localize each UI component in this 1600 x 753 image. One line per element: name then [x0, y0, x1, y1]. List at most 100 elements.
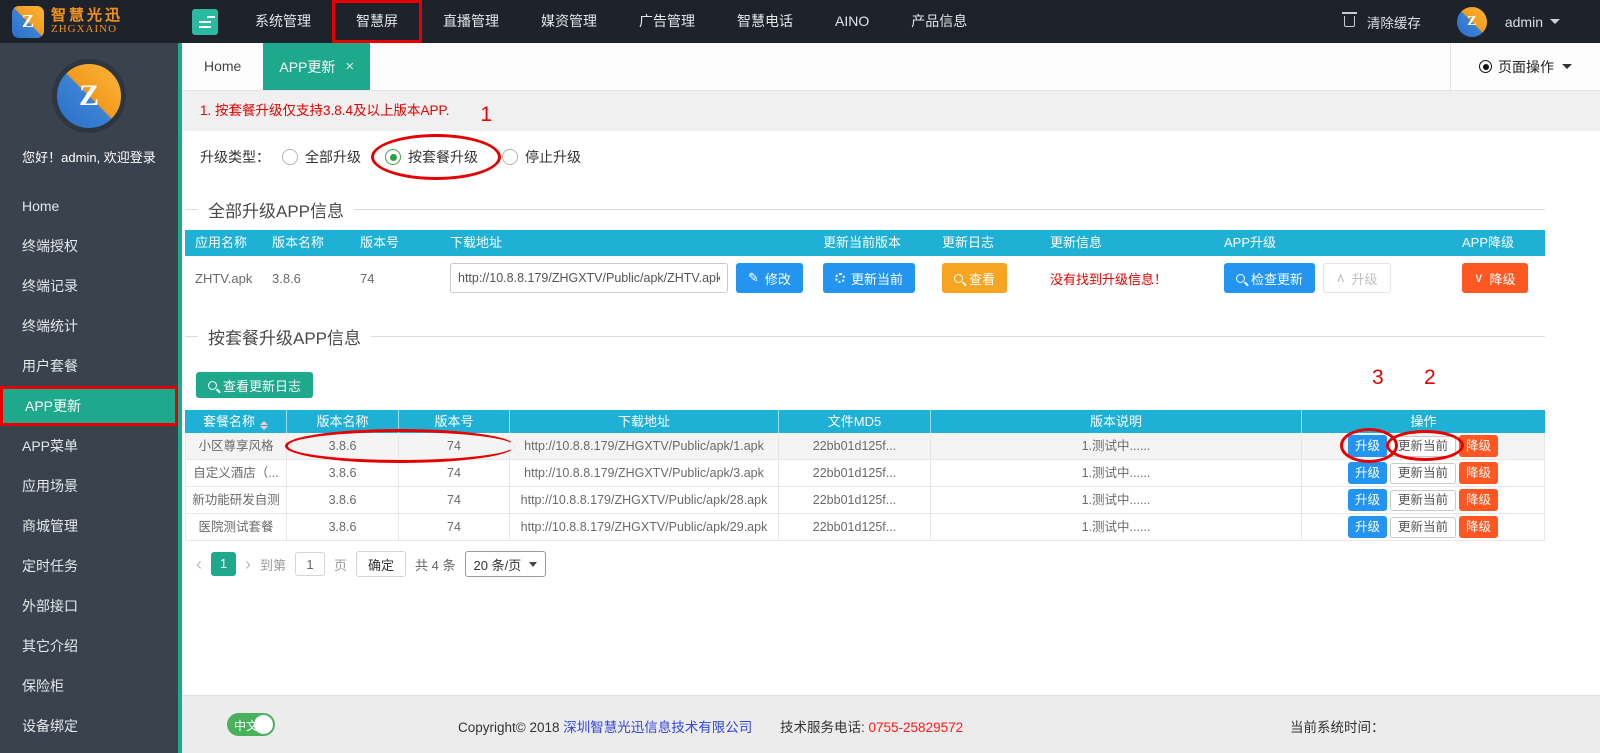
brand-logo-icon: Z	[12, 5, 44, 38]
down-icon: ∨	[1474, 270, 1484, 285]
sidebar-item[interactable]: 终端记录	[0, 266, 178, 306]
cell-version-name: 3.8.6	[272, 270, 301, 286]
download-url-input[interactable]	[450, 263, 728, 293]
column-header: 更新信息	[1050, 235, 1103, 250]
downgrade-button[interactable]: ∨ 降级	[1462, 263, 1528, 293]
tab-home[interactable]: Home	[182, 43, 263, 90]
clear-cache-button[interactable]: 清除缓存	[1367, 12, 1421, 32]
sidebar-menu: Home 终端授权 终端记录 终端统计 用户套餐 APP更新 APP菜单 应用场景 商城管理 定时…	[0, 186, 178, 746]
sidebar-item[interactable]: 应用场景	[0, 466, 178, 506]
footer: 中文 Copyright© 2018 深圳智慧光迅信息技术有限公司 技术服务电话…	[182, 695, 1600, 753]
modify-button[interactable]: ✎ 修改	[736, 263, 803, 293]
radio-option[interactable]: 全部升级	[282, 147, 361, 167]
topnav-item[interactable]: 媒资管理	[520, 0, 618, 43]
cell-package-name: 医院测试套餐	[185, 514, 287, 540]
sidebar-item[interactable]: Home	[0, 186, 178, 226]
topnav-item[interactable]: 智慧屏	[332, 0, 422, 43]
update-current-button[interactable]: 更新当前	[1389, 516, 1456, 538]
pencil-icon: ✎	[748, 270, 759, 285]
cell-file-md5: 22bb01d125f...	[779, 460, 931, 486]
row-actions: 升级 更新当前 降级	[1302, 487, 1545, 513]
topbar: Z 智慧光迅 ZHGXAINO 系统管理 智慧屏 直播管理 媒资管理 广告管理 智慧电话 A…	[0, 0, 1600, 43]
sidebar-item[interactable]: 定时任务	[0, 546, 178, 586]
topnav-item[interactable]: 系统管理	[234, 0, 332, 43]
menu-toggle-icon[interactable]	[192, 8, 218, 35]
upgrade-button[interactable]: 升级	[1347, 462, 1387, 484]
sidebar-item[interactable]: 商城管理	[0, 506, 178, 546]
cell-app-downgrade: ∨ 降级	[1452, 263, 1545, 293]
cell-package-name: 新功能研发自测	[185, 487, 287, 513]
company-link[interactable]: 深圳智慧光迅信息技术有限公司	[563, 720, 752, 735]
downgrade-button[interactable]: 降级	[1459, 435, 1499, 457]
check-update-button[interactable]: 检查更新	[1224, 263, 1316, 293]
topnav-item[interactable]: AINO	[814, 0, 890, 43]
column-header: 版本号	[399, 410, 510, 433]
cell-update-log: 查看	[932, 263, 1040, 293]
prev-page-icon[interactable]: ‹	[196, 553, 202, 575]
sidebar: Z 您好！admin, 欢迎登录 Home 终端授权 终端记录 终端统计 用户套餐 APP…	[0, 43, 178, 753]
downgrade-button[interactable]: 降级	[1459, 462, 1499, 484]
update-current-button[interactable]: 更新当前	[1389, 489, 1456, 511]
chevron-down-icon	[1562, 64, 1572, 69]
upgrade-type-label: 升级类型：	[200, 149, 270, 165]
next-page-icon[interactable]: ›	[245, 553, 251, 575]
system-time-label: 当前系统时间：	[1290, 720, 1385, 735]
upgrade-button[interactable]: 升级	[1347, 435, 1387, 457]
upgrade-button[interactable]: 升级	[1347, 516, 1387, 538]
update-current-button[interactable]: 更新当前	[1389, 462, 1456, 484]
cell-download-url: http://10.8.8.179/ZHGXTV/Public/apk/1.ap…	[510, 433, 779, 459]
upgrade-button-disabled[interactable]: ∧ 升级	[1323, 263, 1391, 293]
page-size-select[interactable]: 20 条/页	[464, 551, 547, 577]
sidebar-item[interactable]: 终端授权	[0, 226, 178, 266]
sidebar-greeting: 您好！admin, 欢迎登录	[22, 150, 156, 165]
user-menu[interactable]: admin	[1505, 14, 1560, 30]
tab-label: APP更新	[279, 58, 336, 75]
cell-version-code: 74	[399, 514, 510, 540]
update-current-button[interactable]: 更新当前	[1389, 435, 1456, 457]
user-avatar: Z	[1456, 6, 1487, 37]
sidebar-item[interactable]: 用户套餐	[0, 346, 178, 386]
tab-app-update[interactable]: APP更新 ×	[263, 43, 371, 90]
radio-option[interactable]: 停止升级	[502, 147, 581, 167]
current-page-button[interactable]: 1	[211, 552, 236, 576]
topnav-item[interactable]: 广告管理	[618, 0, 716, 43]
topnav-item[interactable]: 直播管理	[422, 0, 520, 43]
column-header[interactable]: 套餐名称	[185, 410, 287, 433]
view-log-button[interactable]: 查看	[942, 263, 1008, 293]
sidebar-item[interactable]: APP更新	[0, 386, 178, 426]
brand: Z 智慧光迅 ZHGXAINO	[0, 5, 178, 38]
service-phone: 技术服务电话: 0755-25829572	[780, 720, 964, 735]
downgrade-button[interactable]: 降级	[1459, 489, 1499, 511]
confirm-button[interactable]: 确定	[356, 551, 407, 577]
update-current-button[interactable]: 更新当前	[823, 263, 916, 293]
sidebar-item[interactable]: 其它介绍	[0, 626, 178, 666]
sidebar-item[interactable]: 保险柜	[0, 666, 178, 706]
close-icon[interactable]: ×	[345, 58, 354, 75]
language-toggle[interactable]: 中文	[227, 713, 275, 736]
topnav-item[interactable]: 智慧电话	[716, 0, 814, 43]
sidebar-item[interactable]: 终端统计	[0, 306, 178, 346]
radio-label: 全部升级	[305, 149, 361, 165]
section-all-legend: 全部升级APP信息	[185, 195, 1545, 222]
sidebar-avatar: Z	[52, 59, 126, 133]
topnav-item[interactable]: 产品信息	[890, 0, 988, 43]
sidebar-item[interactable]: APP菜单	[0, 426, 178, 466]
target-icon	[1479, 60, 1492, 73]
sidebar-item[interactable]: 设备绑定	[0, 706, 178, 746]
radio-icon	[385, 149, 401, 165]
downgrade-button[interactable]: 降级	[1459, 516, 1499, 538]
total-count-label: 共 4 条	[415, 557, 456, 573]
column-header: 版本号	[360, 235, 400, 250]
view-update-log-button[interactable]: 查看更新日志	[196, 372, 314, 398]
upgrade-button[interactable]: 升级	[1347, 489, 1387, 511]
topbar-right: 清除缓存 Z admin	[1341, 6, 1600, 37]
page-size-value: 20 条/页	[473, 557, 522, 573]
page-operations-dropdown[interactable]: 页面操作	[1450, 43, 1600, 90]
sidebar-item[interactable]: 外部接口	[0, 586, 178, 626]
app-root: Z 智慧光迅 ZHGXAINO 系统管理 智慧屏 直播管理 媒资管理 广告管理 智慧电话 A…	[0, 0, 1600, 753]
cell-app-name: ZHTV.apk	[195, 270, 253, 286]
chevron-down-icon	[529, 561, 538, 567]
page-number-input[interactable]	[295, 552, 326, 576]
radio-option[interactable]: 按套餐升级 1	[371, 103, 501, 180]
trash-icon	[1341, 12, 1357, 27]
